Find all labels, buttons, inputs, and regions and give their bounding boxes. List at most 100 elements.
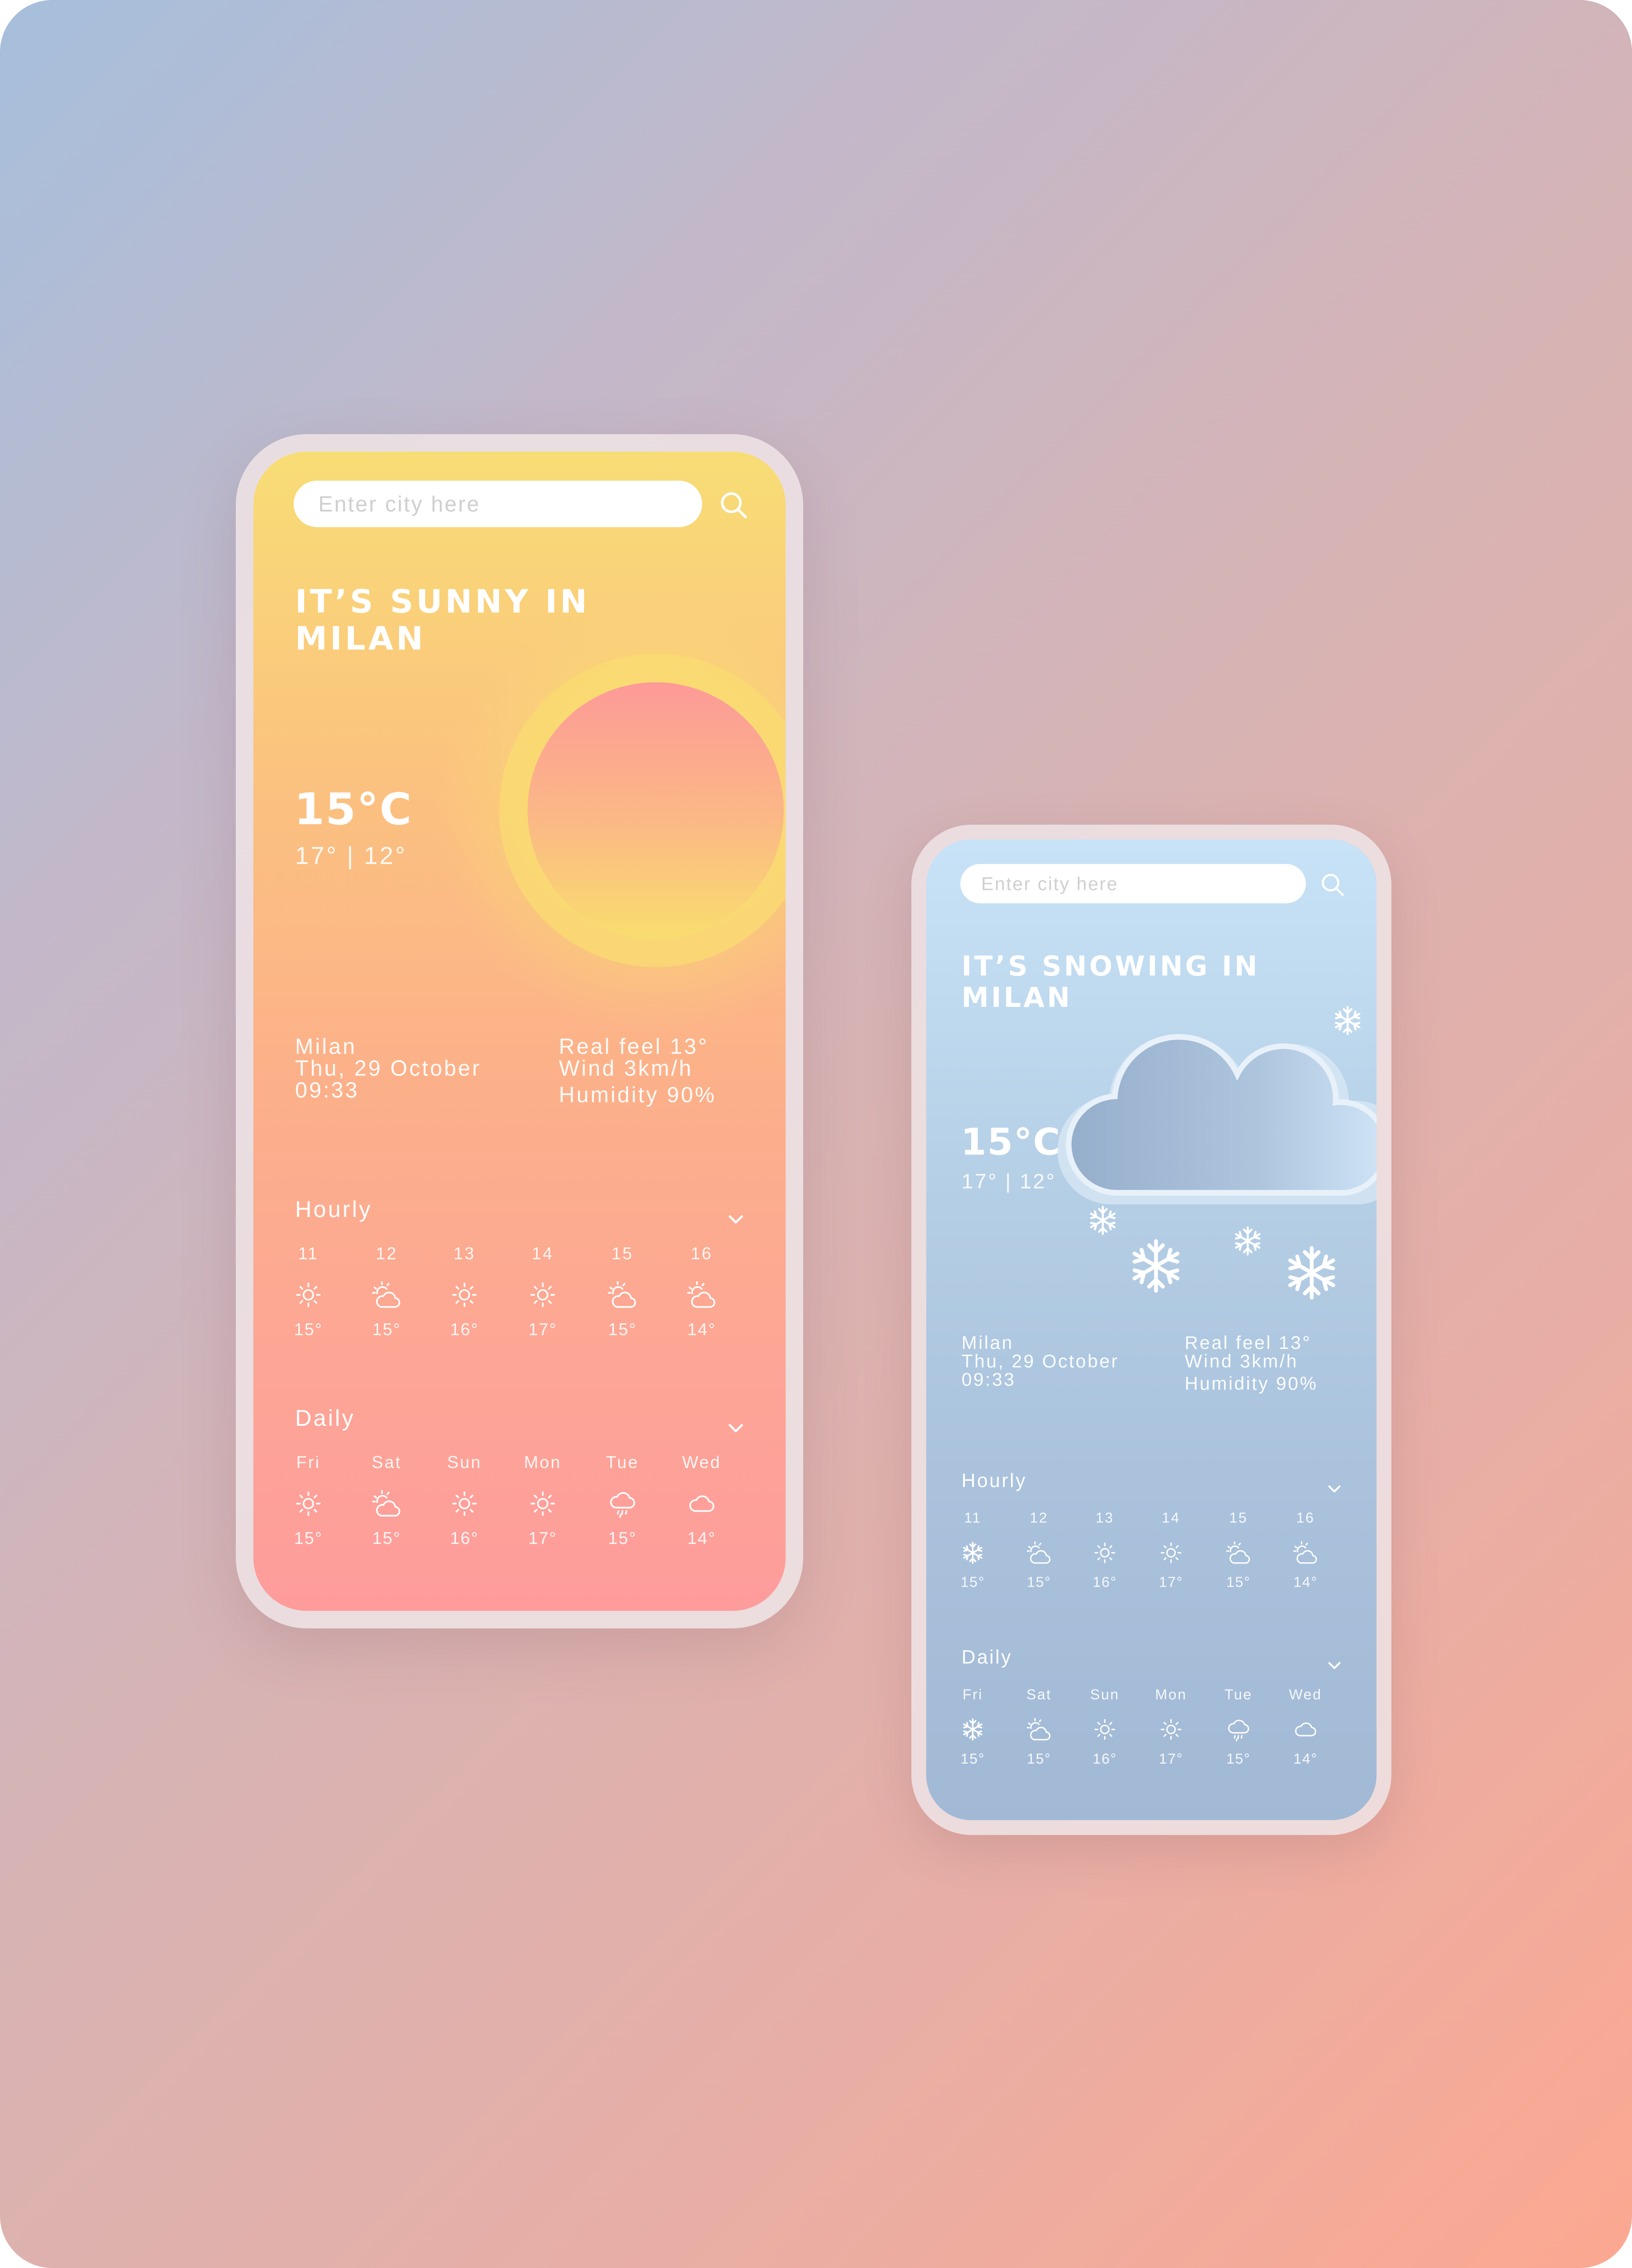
sun-icon xyxy=(292,1487,325,1520)
sun-icon xyxy=(448,1487,481,1520)
sun-icon xyxy=(448,1279,481,1311)
partly-cloudy-icon xyxy=(1025,1716,1053,1743)
date: Thu, 29 October xyxy=(961,1350,1119,1372)
chevron-down-icon xyxy=(1328,1662,1341,1669)
city-search-field[interactable]: Enter city here xyxy=(294,481,702,527)
cloud-icon xyxy=(686,1487,718,1520)
hour-label: 12 xyxy=(375,1244,398,1263)
search-button[interactable] xyxy=(718,490,750,521)
forecast-temperature: 14° xyxy=(687,1320,716,1339)
cloud-icon xyxy=(1292,1716,1319,1743)
daily-forecast-item: Sat 15° xyxy=(349,1450,425,1548)
day-label: Sun xyxy=(447,1452,482,1472)
forecast-temperature: 15° xyxy=(294,1528,323,1548)
day-label: Tue xyxy=(1224,1686,1252,1703)
forecast-temperature: 17° xyxy=(1159,1573,1183,1590)
headline-line-1: IT’S SNOWING IN xyxy=(961,950,1260,983)
time: 09:33 xyxy=(961,1369,1016,1390)
chevron-down-icon xyxy=(728,1215,743,1224)
day-label: Sun xyxy=(1090,1686,1120,1703)
daily-forecast-item: Fri 15° xyxy=(941,1684,1005,1767)
city-search-input[interactable] xyxy=(294,481,702,527)
forecast-temperature: 17° xyxy=(528,1320,557,1339)
hour-label: 12 xyxy=(1029,1509,1048,1526)
daily-toggle-button[interactable] xyxy=(1326,1656,1343,1674)
hour-label: 15 xyxy=(611,1244,634,1263)
current-temperature: 15°C xyxy=(294,784,413,835)
day-label: Mon xyxy=(524,1452,562,1472)
daily-heading[interactable]: Daily xyxy=(295,1405,355,1431)
daily-forecast-item: Fri 15° xyxy=(270,1450,346,1548)
hourly-forecast-item: 16 14° xyxy=(1273,1508,1337,1590)
wind: Wind 3km/h xyxy=(559,1056,693,1080)
snowflake-icon xyxy=(1334,1007,1361,1034)
current-temperature: 15°C xyxy=(961,1120,1061,1164)
phone-snowy: Enter city here IT’S SNOWING IN MILAN 15°C 1… xyxy=(911,825,1391,1835)
city-search-input[interactable] xyxy=(960,864,1306,903)
forecast-temperature: 14° xyxy=(687,1528,716,1548)
daily-forecast-item: Sun 16° xyxy=(1073,1684,1137,1767)
weather-details: Real feel 13° Wind 3km/h Humidity 90% xyxy=(1185,1333,1318,1393)
forecast-temperature: 15° xyxy=(372,1528,401,1548)
forecast-temperature: 15° xyxy=(1027,1573,1051,1590)
hourly-heading[interactable]: Hourly xyxy=(295,1197,372,1223)
hourly-forecast-item: 15 15° xyxy=(584,1242,660,1339)
forecast-temperature: 16° xyxy=(450,1528,479,1548)
day-label: Tue xyxy=(606,1452,639,1472)
hour-label: 14 xyxy=(531,1244,554,1263)
chevron-down-icon xyxy=(1328,1485,1341,1493)
sun-icon xyxy=(1158,1716,1185,1743)
day-label: Fri xyxy=(962,1686,983,1703)
hourly-forecast-item: 16 14° xyxy=(664,1242,740,1339)
hourly-heading[interactable]: Hourly xyxy=(962,1470,1027,1492)
temperature-range: 17° | 12° xyxy=(295,842,407,870)
date: Thu, 29 October xyxy=(295,1056,482,1080)
sun-icon xyxy=(1091,1539,1119,1567)
hour-label: 13 xyxy=(1095,1509,1114,1526)
sun-icon xyxy=(292,1279,325,1311)
sun-icon xyxy=(527,1487,559,1520)
location-info: Milan Thu, 29 October 09:33 xyxy=(295,1035,481,1101)
daily-forecast-item: Tue 15° xyxy=(584,1450,660,1548)
snow-icon xyxy=(959,1539,987,1567)
hourly-forecast-item: 13 16° xyxy=(1073,1508,1137,1590)
forecast-temperature: 15° xyxy=(372,1320,401,1339)
hour-label: 16 xyxy=(690,1244,713,1263)
snowflake-icon xyxy=(1131,1241,1181,1291)
day-label: Wed xyxy=(1289,1686,1322,1703)
forecast-temperature: 16° xyxy=(450,1320,479,1339)
real-feel: Real feel 13° xyxy=(559,1034,709,1059)
real-feel: Real feel 13° xyxy=(1185,1332,1312,1353)
hourly-toggle-button[interactable] xyxy=(1326,1480,1343,1497)
forecast-temperature: 17° xyxy=(1159,1750,1183,1767)
daily-forecast-item: Mon 17° xyxy=(1139,1684,1203,1767)
hour-label: 11 xyxy=(298,1244,319,1263)
daily-toggle-button[interactable] xyxy=(725,1417,746,1438)
sun-disc xyxy=(528,682,784,939)
forecast-temperature: 14° xyxy=(1293,1750,1318,1767)
hour-label: 16 xyxy=(1296,1509,1315,1526)
snowflake-icon xyxy=(1089,1207,1116,1234)
city-search-field[interactable]: Enter city here xyxy=(960,864,1306,903)
daily-forecast-item: Sat 15° xyxy=(1007,1684,1071,1767)
partly-cloudy-icon xyxy=(1292,1539,1319,1567)
search-button[interactable] xyxy=(1319,872,1346,898)
sun-icon xyxy=(1158,1539,1185,1567)
partly-cloudy-icon xyxy=(686,1279,718,1311)
hourly-toggle-button[interactable] xyxy=(725,1208,746,1229)
hourly-forecast-item: 12 15° xyxy=(349,1242,425,1339)
rain-icon xyxy=(1225,1716,1252,1743)
hourly-forecast-item: 11 15° xyxy=(941,1508,1005,1590)
rain-icon xyxy=(606,1487,639,1520)
background: Enter city here IT’S SUNNY IN MILAN 15°C 17°… xyxy=(0,0,1632,2268)
search-icon xyxy=(1322,874,1344,896)
forecast-temperature: 17° xyxy=(528,1528,557,1548)
daily-forecast-item: Wed 14° xyxy=(664,1450,740,1548)
daily-heading[interactable]: Daily xyxy=(962,1646,1012,1669)
headline-line-2: MILAN xyxy=(961,982,1073,1014)
forecast-temperature: 15° xyxy=(960,1750,985,1767)
temperature-range: 17° | 12° xyxy=(961,1170,1057,1193)
snowflake-icon xyxy=(1234,1227,1261,1255)
daily-forecast-item: Sun 16° xyxy=(427,1450,502,1548)
snowflake-icon xyxy=(1287,1248,1336,1298)
